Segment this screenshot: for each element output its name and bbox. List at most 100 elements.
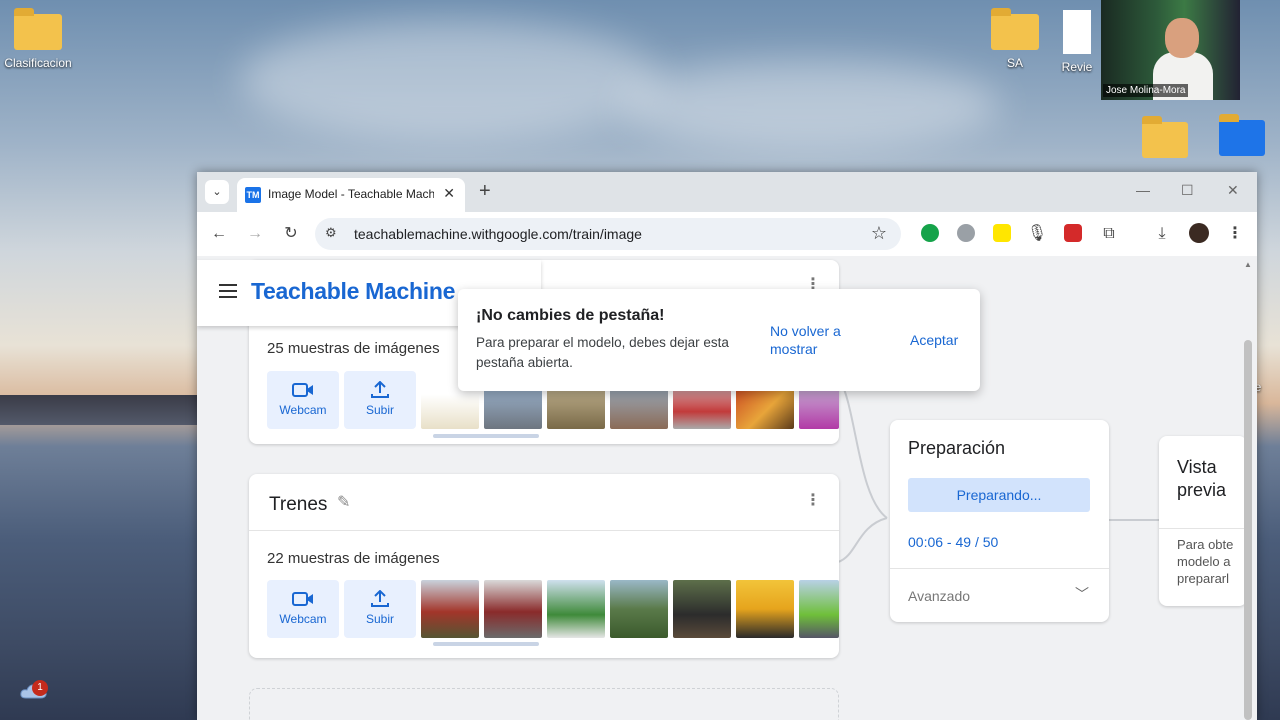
sample-thumbnail[interactable] bbox=[799, 580, 839, 638]
class-card-trenes: Trenes ✎ ⋮ 22 muestras de imágenes Webca… bbox=[249, 474, 839, 658]
webcam-button-label: Webcam bbox=[279, 403, 327, 417]
site-settings-icon[interactable]: ⚙ bbox=[325, 225, 337, 241]
bookmark-star-icon[interactable]: ☆ bbox=[871, 223, 887, 244]
desktop-icon-label: Clasificacion bbox=[4, 56, 72, 70]
extension-icon[interactable] bbox=[957, 224, 975, 242]
upload-button-label: Subir bbox=[365, 403, 394, 417]
chevron-down-icon[interactable]: ﹀ bbox=[1075, 584, 1089, 604]
sample-thumbnail[interactable] bbox=[673, 580, 731, 638]
reload-icon[interactable]: ↻ bbox=[279, 222, 303, 246]
browser-toolbar: ← → ↻ ⚙ teachablemachine.withgoogle.com/… bbox=[197, 212, 1257, 256]
window-close-button[interactable]: ✕ bbox=[1227, 182, 1239, 199]
new-tab-button[interactable]: + bbox=[479, 180, 491, 202]
tab-title: Image Model - Teachable Machine bbox=[268, 187, 434, 201]
download-icon[interactable]: ⤓ bbox=[1150, 222, 1174, 246]
webcam-name-label: Jose Molina-Mora bbox=[1103, 84, 1189, 97]
folder-icon bbox=[14, 8, 62, 50]
sample-count: 25 muestras de imágenes bbox=[267, 340, 440, 357]
dropbox-folder-icon bbox=[1219, 114, 1265, 156]
desktop-icon-sa[interactable]: SA bbox=[975, 8, 1055, 70]
webcam-person-head bbox=[1165, 18, 1199, 58]
close-icon[interactable]: ✕ bbox=[443, 185, 455, 202]
notification-badge: 1 bbox=[32, 680, 48, 696]
address-bar[interactable]: ⚙ teachablemachine.withgoogle.com/train/… bbox=[315, 218, 901, 250]
train-model-button[interactable]: Preparando... bbox=[908, 478, 1090, 512]
wallpaper-cloud bbox=[240, 20, 660, 140]
back-arrow-icon[interactable]: ← bbox=[207, 222, 231, 246]
upload-button[interactable]: Subir bbox=[344, 371, 416, 429]
training-progress: 00:06 - 49 / 50 bbox=[908, 534, 999, 550]
video-camera-icon bbox=[292, 383, 313, 397]
card-divider bbox=[1159, 528, 1247, 529]
wallpaper-horizon bbox=[0, 395, 200, 425]
teachable-machine-favicon-icon: TM bbox=[245, 187, 261, 203]
add-class-card[interactable] bbox=[249, 688, 839, 720]
folder-icon bbox=[991, 8, 1039, 50]
scrollbar-thumb[interactable] bbox=[1244, 340, 1252, 720]
grammarly-extension-icon[interactable] bbox=[921, 224, 939, 242]
upload-button-label: Subir bbox=[365, 612, 394, 626]
webcam-button[interactable]: Webcam bbox=[267, 371, 339, 429]
dialog-body: Para preparar el modelo, debes dejar est… bbox=[476, 335, 729, 370]
upload-icon bbox=[371, 381, 389, 398]
video-camera-icon bbox=[292, 592, 313, 606]
sample-count: 22 muestras de imágenes bbox=[267, 550, 440, 567]
dont-show-again-button[interactable]: No volver a mostrar bbox=[770, 322, 880, 358]
desktop-icon-dropbox[interactable] bbox=[1214, 114, 1270, 162]
preview-description: Para obte modelo a prepararl bbox=[1177, 537, 1234, 586]
page-content: Teachable Machine ⋮ 25 muestras de imáge… bbox=[197, 256, 1257, 720]
forward-arrow-icon[interactable]: → bbox=[243, 222, 267, 246]
upload-button[interactable]: Subir bbox=[344, 580, 416, 638]
kebab-menu-icon[interactable]: ⋮ bbox=[805, 277, 821, 293]
browser-window: ⌄ TM Image Model - Teachable Machine ✕ +… bbox=[197, 172, 1257, 720]
dialog-title: ¡No cambies de pestaña! bbox=[476, 307, 665, 324]
webcam-button-label: Webcam bbox=[279, 612, 327, 626]
page-vertical-scrollbar[interactable]: ▲ bbox=[1243, 260, 1253, 720]
desktop-icon-label: SA bbox=[1006, 56, 1023, 70]
extensions-puzzle-icon[interactable]: ⧉ bbox=[1097, 222, 1121, 246]
upload-icon bbox=[371, 590, 389, 607]
sample-thumbnail[interactable] bbox=[547, 580, 605, 638]
tab-search-dropdown[interactable]: ⌄ bbox=[205, 180, 229, 204]
brand-title: Teachable Machine bbox=[251, 278, 456, 304]
training-title: Preparación bbox=[908, 438, 1006, 458]
microphone-icon[interactable]: 🎙 bbox=[1025, 222, 1049, 246]
card-divider bbox=[890, 568, 1109, 569]
sample-thumbnail[interactable] bbox=[610, 580, 668, 638]
video-call-webcam: Jose Molina-Mora bbox=[1101, 0, 1240, 100]
profile-avatar[interactable] bbox=[1189, 223, 1209, 243]
desktop-icon-clasificacion[interactable]: Clasificacion bbox=[0, 8, 78, 70]
card-divider bbox=[249, 530, 839, 531]
dont-switch-tab-dialog: ¡No cambies de pestaña! Para preparar el… bbox=[458, 289, 980, 391]
advanced-toggle-label[interactable]: Avanzado bbox=[908, 588, 970, 604]
document-icon bbox=[1063, 10, 1091, 54]
thumbnail-scrollbar[interactable] bbox=[433, 434, 539, 438]
sample-thumbnail[interactable] bbox=[421, 580, 479, 638]
url-text: teachablemachine.withgoogle.com/train/im… bbox=[354, 226, 642, 242]
kebab-menu-icon[interactable]: ⋮ bbox=[805, 493, 821, 509]
webcam-button[interactable]: Webcam bbox=[267, 580, 339, 638]
scroll-up-arrow-icon[interactable]: ▲ bbox=[1244, 260, 1252, 269]
tab-active[interactable]: TM Image Model - Teachable Machine ✕ bbox=[237, 178, 465, 212]
paw-folder-icon bbox=[1142, 116, 1188, 158]
sample-thumbnail[interactable] bbox=[736, 580, 794, 638]
menu-kebab-icon[interactable]: ⋮ bbox=[1223, 222, 1247, 246]
maximize-button[interactable]: ☐ bbox=[1181, 182, 1194, 199]
wallpaper-cloud bbox=[620, 60, 1000, 150]
desktop-icon-label: Revie bbox=[1061, 60, 1093, 74]
sticky-note-extension-icon[interactable] bbox=[993, 224, 1011, 242]
desktop-icon-review[interactable]: Revie bbox=[1052, 10, 1102, 74]
preview-card: Vista previa Para obte modelo a preparar… bbox=[1159, 436, 1247, 606]
accept-button[interactable]: Aceptar bbox=[910, 332, 958, 348]
hamburger-menu-icon[interactable] bbox=[219, 284, 237, 298]
minimize-button[interactable]: — bbox=[1136, 182, 1150, 198]
edit-pencil-icon[interactable]: ✎ bbox=[337, 492, 355, 511]
desktop-icon-paw-folder[interactable] bbox=[1140, 116, 1190, 164]
pdf-extension-icon[interactable] bbox=[1064, 224, 1082, 242]
training-card: Preparación Preparando... 00:06 - 49 / 5… bbox=[890, 420, 1109, 622]
sample-thumbnail[interactable] bbox=[484, 580, 542, 638]
thumbnail-scrollbar[interactable] bbox=[433, 642, 539, 646]
class-name[interactable]: Trenes bbox=[269, 494, 327, 516]
tab-strip: ⌄ TM Image Model - Teachable Machine ✕ +… bbox=[197, 172, 1257, 212]
preview-title: Vista previa bbox=[1177, 457, 1227, 500]
